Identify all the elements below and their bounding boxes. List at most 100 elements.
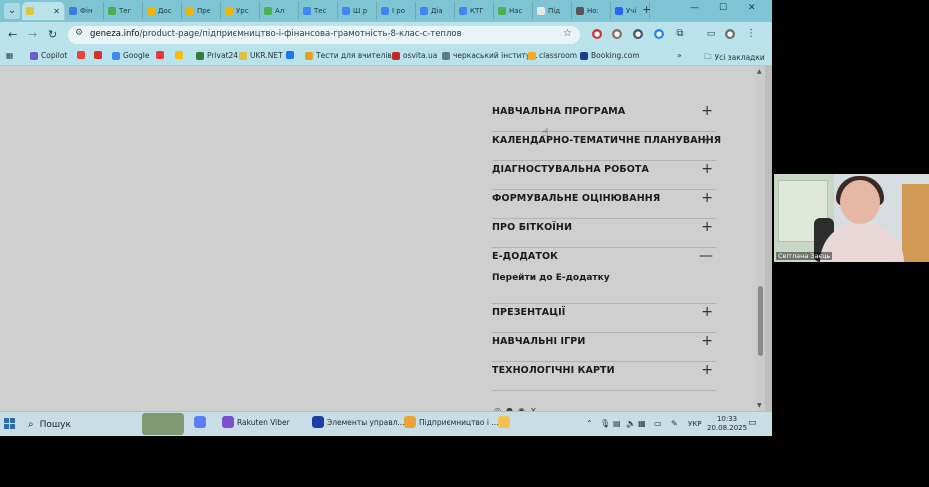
copilot-app-icon[interactable] [194,416,209,428]
bookmark-item[interactable]: Тести для вчителів... [305,51,399,60]
expand-plus-icon[interactable]: + [701,304,713,320]
tab-item[interactable]: Ал [260,2,299,20]
accordion-item[interactable]: ДІАГНОСТУВАЛЬНА РОБОТА + [492,161,716,190]
expand-plus-icon[interactable]: + [701,362,713,378]
windows-start-icon[interactable] [4,418,16,430]
bookmark-item[interactable]: UKR.NET [239,51,283,60]
address-bar[interactable]: ⚙ geneza.info/product-page/підприємництв… [68,26,580,44]
profile-avatar-icon[interactable]: ● [725,29,735,39]
site-info-icon[interactable]: ⚙ [75,28,83,38]
e-dodatok-link[interactable]: Перейти до Е-додатку [492,273,610,283]
tab-item[interactable]: Прє [182,2,221,20]
tab-item[interactable]: І ро [377,2,416,20]
bookmark-item[interactable]: черкаський інститу... [442,51,537,60]
bookmark-icon[interactable] [94,51,105,59]
bookmark-item[interactable]: Google [112,51,149,60]
minimize-icon[interactable]: — [690,3,699,13]
accordion-item[interactable]: НАВЧАЛЬНА ПРОГРАМА + [492,103,716,132]
tab-item[interactable]: Під [533,2,572,20]
file-explorer-icon[interactable] [498,416,513,428]
tab-item[interactable]: Нас [494,2,533,20]
accordion-item[interactable]: ТЕХНОЛОГІЧНІ КАРТИ + [492,362,716,391]
accordion-title[interactable]: ПРЕЗЕНТАЦІЇ [492,307,565,318]
accordion-title[interactable]: ФОРМУВАЛЬНЕ ОЦІНЮВАННЯ [492,193,660,204]
bookmark-star-icon[interactable]: ☆ [563,28,572,39]
apps-grid-icon[interactable]: ▦ [6,51,13,60]
volume-icon[interactable]: 🔈 [626,419,636,428]
tab-item[interactable]: Фін [65,2,104,20]
taskbar-app[interactable]: Rakuten Viber [222,416,290,428]
extensions-puzzle-icon[interactable]: ⧉ [675,29,685,39]
menu-dots-icon[interactable]: ⋮ [746,29,756,39]
tab-item[interactable]: Ш р [338,2,377,20]
taskbar-app[interactable]: Підприємництво і ... [404,416,499,428]
tab-item[interactable]: Діа [416,2,455,20]
expand-plus-icon[interactable]: + [701,190,713,206]
bookmark-item[interactable]: Privat24 [196,51,238,60]
scroll-up-icon[interactable]: ▲ [757,68,762,75]
accordion-item[interactable]: Е-ДОДАТОК — Перейти до Е-додатку [492,248,716,304]
tab-close-icon[interactable]: ✕ [53,7,60,16]
extension-icon[interactable]: ● [633,29,643,39]
forward-arrow-icon[interactable]: → [28,28,37,41]
extension-icon[interactable]: ● [654,29,664,39]
accordion-item[interactable]: ПРО БІТКОЇНИ + [492,219,716,248]
accordion-title[interactable]: ДІАГНОСТУВАЛЬНА РОБОТА [492,164,649,175]
expand-plus-icon[interactable]: + [701,333,713,349]
back-arrow-icon[interactable]: ← [8,28,17,41]
tab-item[interactable]: Тес [299,2,338,20]
video-participant-tile[interactable]: Світлана Заєць [774,174,929,262]
scroll-thumb[interactable] [758,286,763,356]
expand-plus-icon[interactable]: + [701,103,713,119]
taskbar-app[interactable]: Элементы управл... [312,416,405,428]
expand-plus-icon[interactable]: + [701,161,713,177]
expand-plus-icon[interactable]: + [701,219,713,235]
new-tab-plus-icon[interactable]: + [642,3,651,16]
accordion-title[interactable]: НАВЧАЛЬНА ПРОГРАМА [492,106,625,117]
bookmark-icon[interactable] [286,51,297,59]
pen-icon[interactable]: ✎ [671,419,678,428]
accordion-title[interactable]: НАВЧАЛЬНІ ІГРИ [492,336,585,347]
tab-item[interactable]: Урс [221,2,260,20]
bookmark-item[interactable]: classroom [528,51,577,60]
microphone-icon[interactable]: 🎙 [600,419,610,428]
expand-plus-icon[interactable]: + [701,132,713,148]
system-clock[interactable]: 10:33 20.08.2025 [707,415,747,433]
tab-item[interactable]: Тег [104,2,143,20]
sidebar-icon[interactable]: ▭ [706,29,716,39]
extension-icon[interactable]: ● [612,29,622,39]
tray-chevron-icon[interactable]: ⌃ [586,419,593,428]
network-icon[interactable]: ▦ [638,419,646,428]
close-window-icon[interactable]: ✕ [748,3,756,13]
notifications-icon[interactable]: ▭ [748,418,757,428]
tab-search-chevron-icon[interactable]: ⌄ [4,3,20,19]
accordion-item[interactable]: НАВЧАЛЬНІ ІГРИ + [492,333,716,362]
bookmark-icon[interactable] [156,51,167,59]
all-bookmarks-folder[interactable]: 🗀 Усі закладки [704,51,765,64]
accordion-item[interactable]: КАЛЕНДАРНО-ТЕМАТИЧНЕ ПЛАНУВАННЯ + [492,132,721,161]
accordion-title[interactable]: КАЛЕНДАРНО-ТЕМАТИЧНЕ ПЛАНУВАННЯ [492,135,721,146]
bookmark-item[interactable]: Copilot [30,51,67,60]
tab-item[interactable]: КТГ [455,2,494,20]
tab-item[interactable]: Но: [572,2,611,20]
accordion-title[interactable]: ПРО БІТКОЇНИ [492,222,572,233]
bookmark-icon[interactable] [175,51,186,59]
adblock-extension-icon[interactable]: ● [592,29,602,39]
accordion-title[interactable]: ТЕХНОЛОГІЧНІ КАРТИ [492,365,615,376]
accordion-title[interactable]: Е-ДОДАТОК [492,251,558,262]
maximize-icon[interactable]: ☐ [719,3,727,13]
page-scrollbar[interactable]: ▲ ▼ [756,66,765,411]
collapse-minus-icon[interactable]: — [699,248,713,264]
tab-active[interactable]: ✕ [22,2,65,20]
bookmark-icon[interactable] [77,51,88,59]
reload-icon[interactable]: ↻ [48,28,57,41]
battery-icon[interactable]: ▭ [654,419,662,428]
language-indicator[interactable]: УКР [688,420,701,428]
tab-item[interactable]: Дос [143,2,182,20]
monitor-icon[interactable]: ▤ [613,419,621,428]
bookmark-item[interactable]: osvita.ua [392,51,437,60]
bookmark-item[interactable]: Booking.com [580,51,640,60]
scroll-down-icon[interactable]: ▼ [757,402,762,409]
accordion-item[interactable]: ФОРМУВАЛЬНЕ ОЦІНЮВАННЯ + [492,190,716,219]
accordion-item[interactable]: ПРЕЗЕНТАЦІЇ + [492,304,716,333]
